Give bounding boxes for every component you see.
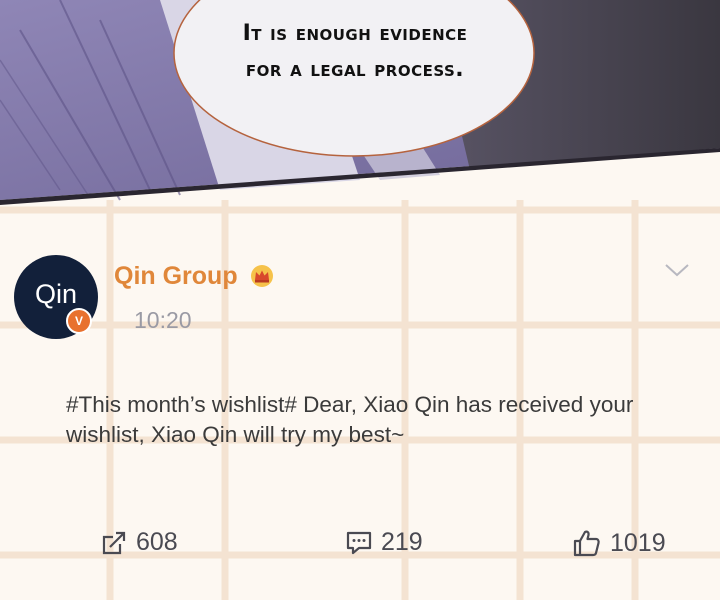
crown-icon [251, 265, 273, 287]
speech-bubble-text: It is enough evidence for a legal proces… [242, 21, 468, 82]
post-body: #This month’s wishlist# Dear, Xiao Qin h… [66, 392, 634, 447]
post-time: 10:20 [134, 307, 192, 333]
comment-count: 219 [381, 528, 423, 556]
comment-button[interactable]: 219 [345, 528, 423, 557]
social-post: Qin V Qin Group 10:20 #This month’s wish… [0, 200, 720, 600]
avatar-text: Qin [34, 278, 78, 309]
chevron-down-icon[interactable] [664, 262, 690, 280]
username[interactable]: Qin Group [114, 262, 238, 291]
verified-badge-text: V [74, 314, 83, 328]
like-count: 1019 [610, 528, 666, 557]
verified-badge-icon: V [66, 308, 92, 334]
repost-count: 608 [136, 528, 178, 556]
comment-icon [346, 531, 372, 554]
repost-button[interactable]: 608 [100, 528, 178, 557]
thumbs-up-icon [573, 530, 600, 557]
like-button[interactable]: 1019 [572, 528, 666, 558]
share-icon [102, 531, 126, 554]
